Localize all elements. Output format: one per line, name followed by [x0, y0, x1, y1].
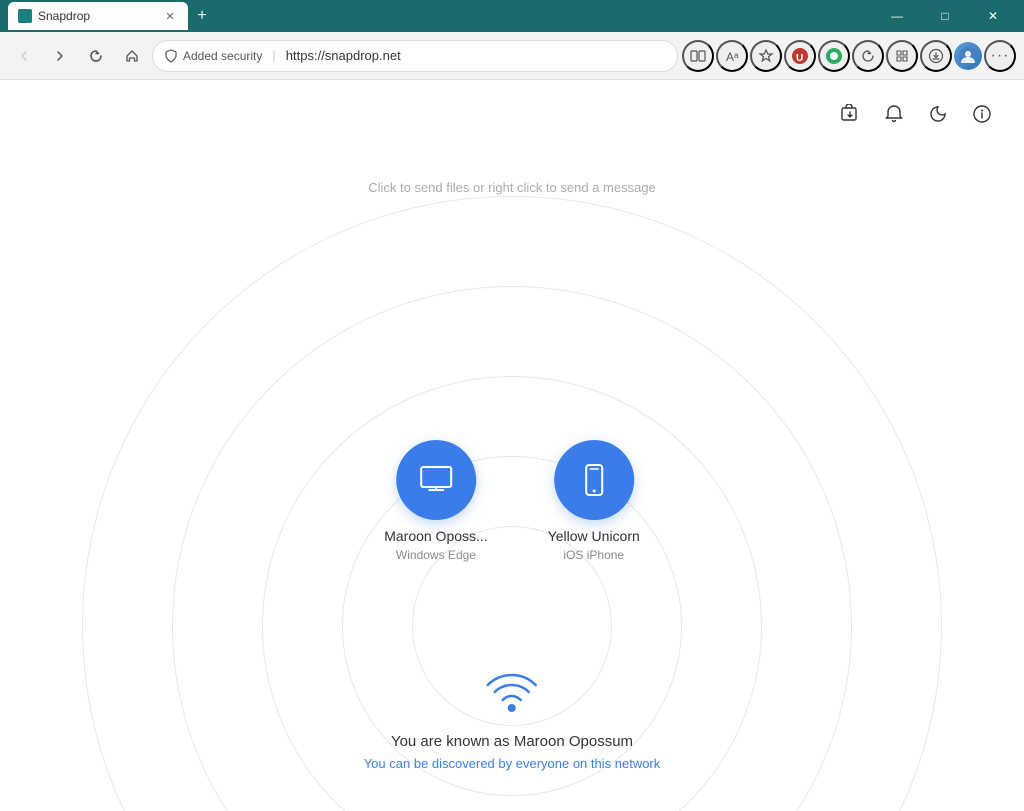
active-tab[interactable]: Snapdrop ✕: [8, 2, 188, 30]
sync-button[interactable]: [852, 40, 884, 72]
more-options-button[interactable]: ···: [984, 40, 1016, 72]
bottom-section: You are known as Maroon Opossum You can …: [364, 670, 661, 771]
favorites-button[interactable]: [750, 40, 782, 72]
device-maroon-opossum-name: Maroon Oposs...: [384, 528, 488, 544]
svg-text:Aᵃ: Aᵃ: [726, 50, 739, 64]
green-icon-button[interactable]: [818, 40, 850, 72]
window-controls: — □ ✕: [874, 0, 1016, 32]
maximize-button[interactable]: □: [922, 0, 968, 32]
home-button[interactable]: [116, 40, 148, 72]
refresh-button[interactable]: [80, 40, 112, 72]
read-aloud-button[interactable]: Aᵃ: [716, 40, 748, 72]
downloads-button[interactable]: [920, 40, 952, 72]
discover-link[interactable]: You can be discovered by everyone on thi…: [364, 756, 661, 771]
device-yellow-unicorn[interactable]: Yellow Unicorn iOS iPhone: [548, 440, 640, 562]
you-are-known-text: You are known as Maroon Opossum: [391, 733, 633, 750]
collections-button[interactable]: [886, 40, 918, 72]
close-button[interactable]: ✕: [970, 0, 1016, 32]
address-bar[interactable]: Added security | https://snapdrop.net: [152, 40, 678, 72]
nav-bar: Added security | https://snapdrop.net Aᵃ…: [0, 32, 1024, 80]
svg-text:U: U: [796, 53, 803, 64]
title-bar: Snapdrop ✕ + — □ ✕: [0, 0, 1024, 32]
device-yellow-unicorn-type: iOS iPhone: [563, 548, 624, 562]
back-button[interactable]: [8, 40, 40, 72]
extensions-button[interactable]: U: [784, 40, 816, 72]
wifi-icon: [485, 670, 539, 723]
url-separator: |: [272, 48, 275, 63]
tab-favicon: [18, 9, 32, 23]
split-screen-button[interactable]: [682, 40, 714, 72]
page-top-bar: [0, 80, 1024, 132]
url-display: https://snapdrop.net: [286, 48, 401, 63]
you-are-prefix: You are known as: [391, 733, 514, 750]
new-tab-button[interactable]: +: [188, 2, 216, 30]
device-yellow-unicorn-name: Yellow Unicorn: [548, 528, 640, 544]
page-content: Click to send files or right click to se…: [0, 80, 1024, 811]
profile-avatar[interactable]: [954, 42, 982, 70]
security-shield-icon: [165, 49, 177, 63]
device-maroon-opossum-type: Windows Edge: [396, 548, 476, 562]
minimize-button[interactable]: —: [874, 0, 920, 32]
forward-button[interactable]: [44, 40, 76, 72]
dark-mode-button[interactable]: [920, 96, 956, 132]
notification-button[interactable]: [876, 96, 912, 132]
tab-title: Snapdrop: [38, 9, 90, 23]
nav-right-icons: Aᵃ U: [682, 40, 1016, 72]
you-are-name: Maroon Opossum: [514, 733, 633, 750]
device-maroon-opossum[interactable]: Maroon Oposs... Windows Edge: [384, 440, 488, 562]
tab-bar: Snapdrop ✕ +: [8, 2, 874, 30]
device-maroon-opossum-icon[interactable]: [396, 440, 476, 520]
info-button[interactable]: [964, 96, 1000, 132]
devices-container: Maroon Oposs... Windows Edge Yellow Unic…: [384, 440, 640, 562]
device-yellow-unicorn-icon[interactable]: [554, 440, 634, 520]
share-page-button[interactable]: [832, 96, 868, 132]
tab-close-button[interactable]: ✕: [162, 8, 178, 24]
security-label: Added security: [183, 49, 262, 63]
